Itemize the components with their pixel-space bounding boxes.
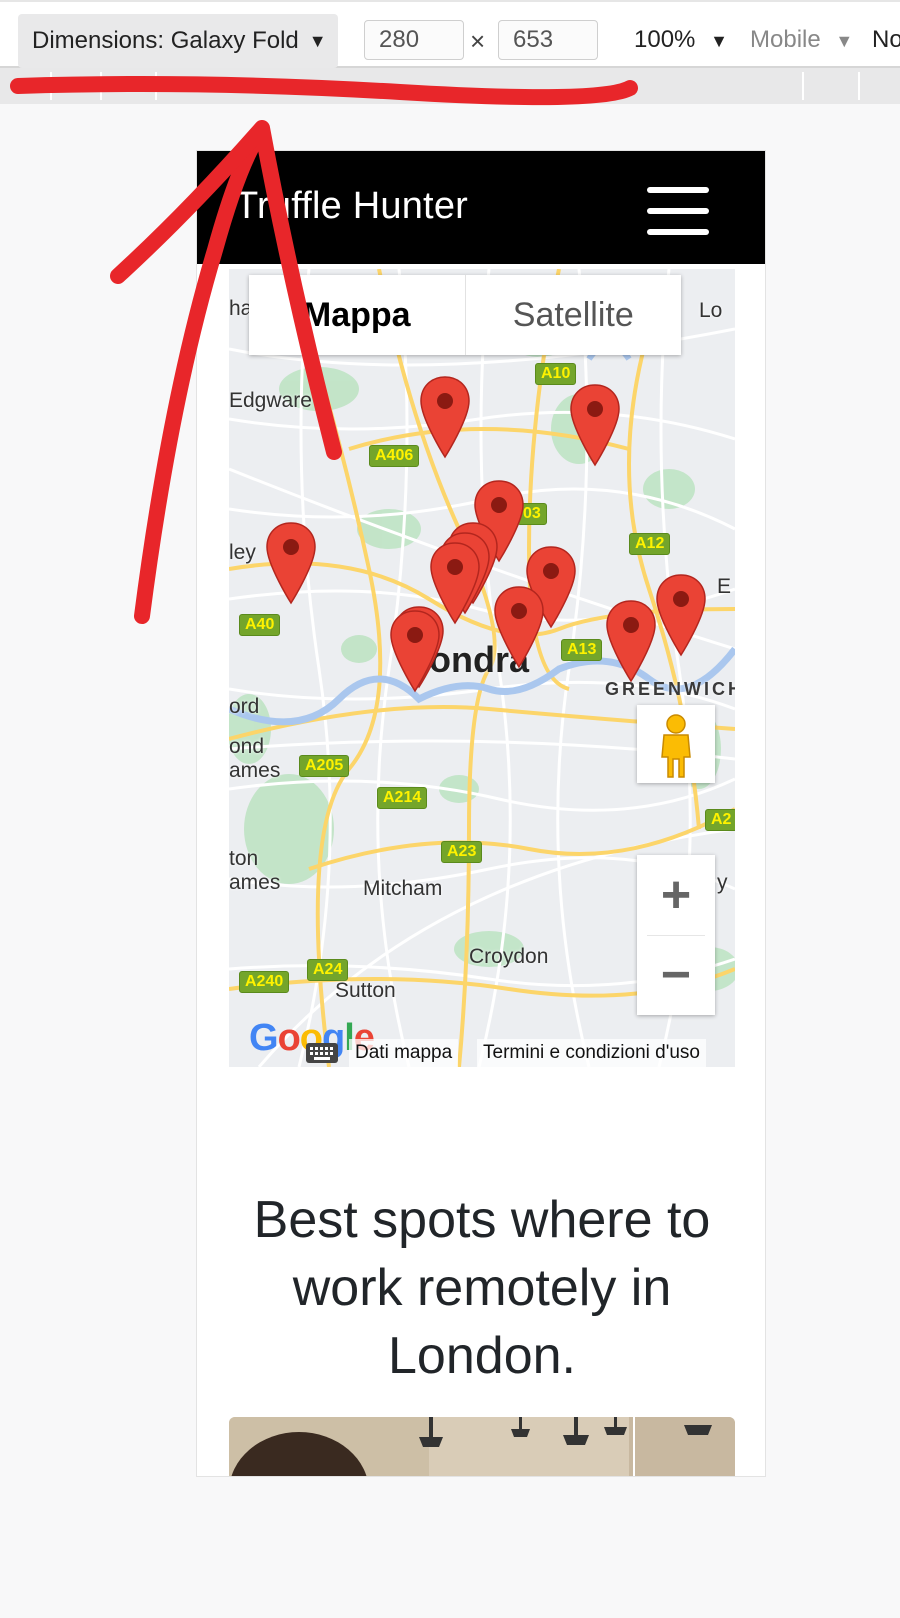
place-label: Sutton: [335, 979, 396, 1002]
chevron-down-icon: ▼: [835, 31, 854, 51]
place-label-partial: ley: [229, 541, 256, 564]
media-query-ruler: [0, 68, 900, 104]
road-number-badge: A12: [629, 533, 671, 555]
place-label-partial: Lo: [699, 299, 723, 322]
chevron-down-icon: ▼: [308, 30, 327, 51]
device-type-label: Mobile: [750, 26, 821, 53]
place-label-partial: ton: [229, 847, 259, 870]
dimensions-label: Dimensions: Galaxy Fold: [32, 27, 299, 54]
device-type-select[interactable]: Mobile ▼: [750, 26, 853, 54]
road-number-badge: A10: [535, 363, 577, 385]
road-number-badge: A205: [299, 755, 350, 777]
place-label: Mitcham: [363, 877, 443, 900]
zoom-label: 100%: [634, 26, 696, 53]
map-type-map-button[interactable]: Mappa: [249, 275, 466, 355]
map-pin-icon[interactable]: [419, 375, 471, 459]
place-label-partial: E: [717, 575, 732, 598]
place-label-partial: ord: [229, 695, 260, 718]
place-label-partial: ames: [229, 759, 281, 782]
device-viewport: Truffle Hunter A10 A406 A12 A40 A13 A205…: [196, 150, 766, 1477]
road-number-badge: A240: [239, 971, 290, 993]
zoom-select[interactable]: 100% ▼: [634, 26, 728, 54]
dimensions-select[interactable]: Dimensions: Galaxy Fold ▼: [18, 14, 338, 68]
map-attribution: Dati mappa Termini e condizioni d'uso: [229, 1039, 735, 1067]
street-view-pegman-button[interactable]: [637, 705, 715, 783]
map-data-link[interactable]: Dati mappa: [349, 1039, 459, 1067]
map-pin-icon[interactable]: [493, 585, 545, 669]
devtools-toolbar: Dimensions: Galaxy Fold ▼ 280 × 653 100%…: [0, 0, 900, 68]
map-pin-icon[interactable]: [569, 383, 621, 467]
times-symbol: ×: [470, 26, 486, 56]
height-input[interactable]: 653: [498, 20, 598, 60]
spot-photo: [229, 1417, 735, 1476]
map-pin-icon[interactable]: [389, 609, 441, 693]
width-input[interactable]: 280: [364, 20, 464, 60]
page-heading: Best spots where to work remotely in Lon…: [253, 1190, 711, 1385]
zoom-in-button[interactable]: +: [637, 855, 715, 935]
place-label-partial: y: [717, 871, 728, 894]
hamburger-icon[interactable]: [647, 187, 711, 237]
place-label-partial: ames: [229, 871, 281, 894]
chevron-down-icon: ▼: [710, 31, 728, 51]
road-number-badge: A406: [369, 445, 420, 467]
navbar: Truffle Hunter: [197, 151, 765, 264]
map[interactable]: A10 A406 A12 A40 A13 A205 A214 A23 A24 A240 A2 03 E…: [229, 269, 735, 1067]
pegman-icon: [661, 714, 691, 778]
terms-link[interactable]: Termini e condizioni d'uso: [477, 1039, 706, 1067]
road-number-badge: A2: [705, 809, 735, 831]
cafe-photo-image: [229, 1417, 735, 1476]
throttle-select[interactable]: No: [872, 26, 900, 54]
zoom-control: + −: [637, 855, 715, 1015]
road-number-badge: A23: [441, 841, 483, 863]
place-label: Croydon: [469, 945, 549, 968]
brand-title[interactable]: Truffle Hunter: [235, 185, 468, 228]
road-number-badge: A40: [239, 614, 281, 636]
map-pin-icon[interactable]: [265, 521, 317, 605]
road-number-badge: A13: [561, 639, 603, 661]
road-number-badge: A214: [377, 787, 428, 809]
road-number-badge: A24: [307, 959, 349, 981]
map-pin-icon[interactable]: [655, 573, 707, 657]
place-label: Edgware: [229, 389, 312, 412]
map-type-control: Mappa Satellite: [249, 275, 681, 355]
place-label-partial: ond: [229, 735, 265, 758]
map-type-satellite-button[interactable]: Satellite: [466, 275, 682, 355]
zoom-out-button[interactable]: −: [637, 935, 715, 1015]
map-pin-icon[interactable]: [605, 599, 657, 683]
